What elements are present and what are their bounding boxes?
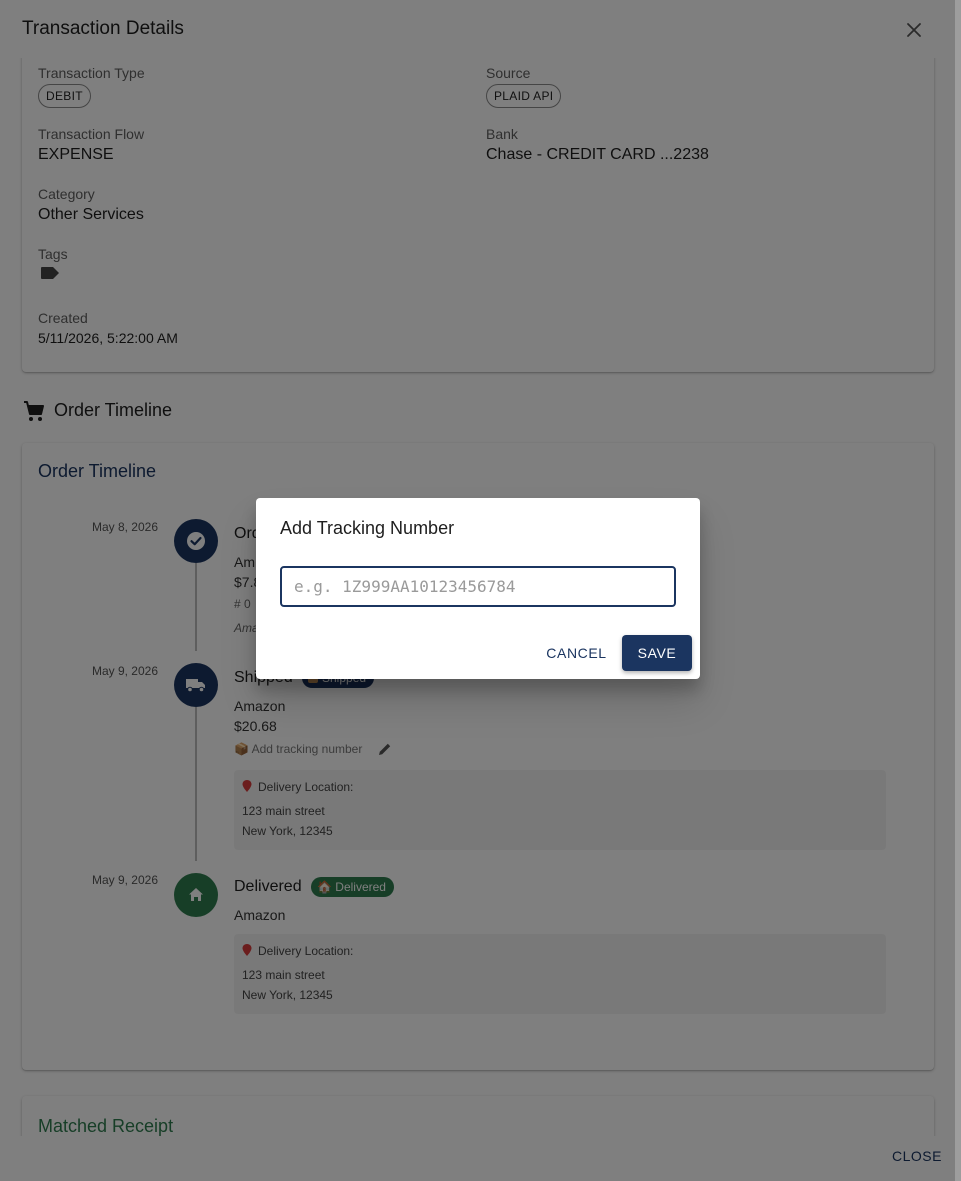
scrollbar-edge — [955, 0, 961, 1181]
cancel-button[interactable]: CANCEL — [539, 635, 614, 671]
modal-title: Add Tracking Number — [280, 518, 455, 538]
add-tracking-dialog: Add Tracking Number CANCEL SAVE — [256, 498, 700, 679]
save-button[interactable]: SAVE — [622, 635, 692, 671]
tracking-number-input[interactable] — [280, 566, 676, 607]
